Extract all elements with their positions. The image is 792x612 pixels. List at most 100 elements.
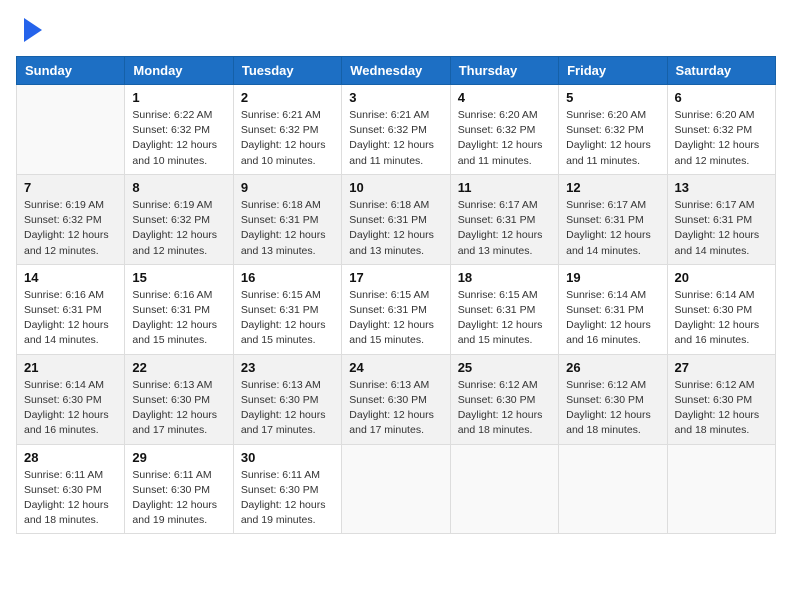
day-detail: Sunrise: 6:13 AMSunset: 6:30 PMDaylight:… — [241, 378, 334, 439]
calendar-cell: 30 Sunrise: 6:11 AMSunset: 6:30 PMDayligh… — [233, 444, 341, 534]
calendar-header-row: SundayMondayTuesdayWednesdayThursdayFrid… — [17, 57, 776, 85]
calendar-cell — [342, 444, 450, 534]
calendar-cell: 3Sunrise: 6:21 AMSunset: 6:32 PMDaylight… — [342, 85, 450, 175]
day-detail: Sunrise: 6:15 AMSunset: 6:31 PMDaylight:… — [241, 288, 334, 349]
day-number: 19 — [566, 270, 659, 285]
day-detail: Sunrise: 6:16 AMSunset: 6:31 PMDaylight:… — [24, 288, 117, 349]
day-detail: Sunrise: 6:14 AMSunset: 6:30 PMDaylight:… — [675, 288, 768, 349]
day-number: 24 — [349, 360, 442, 375]
day-number: 13 — [675, 180, 768, 195]
calendar-cell — [17, 85, 125, 175]
calendar-cell — [667, 444, 775, 534]
calendar-cell: 11 Sunrise: 6:17 AMSunset: 6:31 PMDayligh… — [450, 174, 558, 264]
day-number: 27 — [675, 360, 768, 375]
calendar-week-row: 21 Sunrise: 6:14 AMSunset: 6:30 PMDayligh… — [17, 354, 776, 444]
calendar-cell: 9Sunrise: 6:18 AMSunset: 6:31 PMDaylight… — [233, 174, 341, 264]
calendar-cell: 24 Sunrise: 6:13 AMSunset: 6:30 PMDayligh… — [342, 354, 450, 444]
col-header-sunday: Sunday — [17, 57, 125, 85]
day-number: 4 — [458, 90, 551, 105]
day-detail: Sunrise: 6:12 AMSunset: 6:30 PMDaylight:… — [566, 378, 659, 439]
day-detail: Sunrise: 6:17 AMSunset: 6:31 PMDaylight:… — [566, 198, 659, 259]
calendar-week-row: 14Sunrise: 6:16 AMSunset: 6:31 PMDayligh… — [17, 264, 776, 354]
day-detail: Sunrise: 6:20 AMSunset: 6:32 PMDaylight:… — [675, 108, 768, 169]
calendar-cell: 6 Sunrise: 6:20 AMSunset: 6:32 PMDaylight… — [667, 85, 775, 175]
col-header-monday: Monday — [125, 57, 233, 85]
calendar-cell: 14Sunrise: 6:16 AMSunset: 6:31 PMDayligh… — [17, 264, 125, 354]
calendar-cell: 26Sunrise: 6:12 AMSunset: 6:30 PMDayligh… — [559, 354, 667, 444]
day-number: 20 — [675, 270, 768, 285]
calendar-cell: 1 Sunrise: 6:22 AMSunset: 6:32 PMDaylight… — [125, 85, 233, 175]
calendar-cell: 2 Sunrise: 6:21 AMSunset: 6:32 PMDaylight… — [233, 85, 341, 175]
calendar-week-row: 28 Sunrise: 6:11 AMSunset: 6:30 PMDayligh… — [17, 444, 776, 534]
day-number: 30 — [241, 450, 334, 465]
day-detail: Sunrise: 6:20 AMSunset: 6:32 PMDaylight:… — [458, 108, 551, 169]
day-detail: Sunrise: 6:21 AMSunset: 6:32 PMDaylight:… — [241, 108, 334, 169]
day-number: 28 — [24, 450, 117, 465]
day-detail: Sunrise: 6:14 AMSunset: 6:30 PMDaylight:… — [24, 378, 117, 439]
day-detail: Sunrise: 6:17 AMSunset: 6:31 PMDaylight:… — [675, 198, 768, 259]
day-detail: Sunrise: 6:11 AMSunset: 6:30 PMDaylight:… — [241, 468, 334, 529]
day-detail: Sunrise: 6:12 AMSunset: 6:30 PMDaylight:… — [458, 378, 551, 439]
day-number: 7 — [24, 180, 117, 195]
calendar-table: SundayMondayTuesdayWednesdayThursdayFrid… — [16, 56, 776, 534]
calendar-cell: 19 Sunrise: 6:14 AMSunset: 6:31 PMDayligh… — [559, 264, 667, 354]
day-detail: Sunrise: 6:14 AMSunset: 6:31 PMDaylight:… — [566, 288, 659, 349]
calendar-cell: 12 Sunrise: 6:17 AMSunset: 6:31 PMDayligh… — [559, 174, 667, 264]
calendar-cell: 8Sunrise: 6:19 AMSunset: 6:32 PMDaylight… — [125, 174, 233, 264]
calendar-cell: 15 Sunrise: 6:16 AMSunset: 6:31 PMDayligh… — [125, 264, 233, 354]
day-detail: Sunrise: 6:15 AMSunset: 6:31 PMDaylight:… — [458, 288, 551, 349]
logo-triangle-icon — [22, 16, 44, 44]
calendar-week-row: 1 Sunrise: 6:22 AMSunset: 6:32 PMDaylight… — [17, 85, 776, 175]
day-number: 12 — [566, 180, 659, 195]
col-header-thursday: Thursday — [450, 57, 558, 85]
day-detail: Sunrise: 6:18 AMSunset: 6:31 PMDaylight:… — [241, 198, 334, 259]
day-number: 1 — [132, 90, 225, 105]
calendar-cell: 25 Sunrise: 6:12 AMSunset: 6:30 PMDayligh… — [450, 354, 558, 444]
calendar-cell: 20 Sunrise: 6:14 AMSunset: 6:30 PMDayligh… — [667, 264, 775, 354]
calendar-cell: 21 Sunrise: 6:14 AMSunset: 6:30 PMDayligh… — [17, 354, 125, 444]
col-header-friday: Friday — [559, 57, 667, 85]
day-detail: Sunrise: 6:19 AMSunset: 6:32 PMDaylight:… — [132, 198, 225, 259]
day-detail: Sunrise: 6:12 AMSunset: 6:30 PMDaylight:… — [675, 378, 768, 439]
calendar-cell: 22 Sunrise: 6:13 AMSunset: 6:30 PMDayligh… — [125, 354, 233, 444]
day-number: 22 — [132, 360, 225, 375]
day-number: 2 — [241, 90, 334, 105]
day-number: 23 — [241, 360, 334, 375]
day-detail: Sunrise: 6:13 AMSunset: 6:30 PMDaylight:… — [349, 378, 442, 439]
day-detail: Sunrise: 6:20 AMSunset: 6:32 PMDaylight:… — [566, 108, 659, 169]
day-detail: Sunrise: 6:11 AMSunset: 6:30 PMDaylight:… — [24, 468, 117, 529]
col-header-saturday: Saturday — [667, 57, 775, 85]
day-number: 5 — [566, 90, 659, 105]
logo — [16, 16, 44, 44]
calendar-cell: 27 Sunrise: 6:12 AMSunset: 6:30 PMDayligh… — [667, 354, 775, 444]
day-number: 10 — [349, 180, 442, 195]
calendar-cell: 17Sunrise: 6:15 AMSunset: 6:31 PMDayligh… — [342, 264, 450, 354]
calendar-cell: 29 Sunrise: 6:11 AMSunset: 6:30 PMDayligh… — [125, 444, 233, 534]
calendar-cell: 13 Sunrise: 6:17 AMSunset: 6:31 PMDayligh… — [667, 174, 775, 264]
day-detail: Sunrise: 6:16 AMSunset: 6:31 PMDaylight:… — [132, 288, 225, 349]
day-number: 29 — [132, 450, 225, 465]
day-number: 6 — [675, 90, 768, 105]
calendar-cell: 23 Sunrise: 6:13 AMSunset: 6:30 PMDayligh… — [233, 354, 341, 444]
day-number: 11 — [458, 180, 551, 195]
day-detail: Sunrise: 6:13 AMSunset: 6:30 PMDaylight:… — [132, 378, 225, 439]
calendar-cell: 18 Sunrise: 6:15 AMSunset: 6:31 PMDayligh… — [450, 264, 558, 354]
calendar-cell: 10 Sunrise: 6:18 AMSunset: 6:31 PMDayligh… — [342, 174, 450, 264]
calendar-cell: 5 Sunrise: 6:20 AMSunset: 6:32 PMDaylight… — [559, 85, 667, 175]
calendar-cell: 28 Sunrise: 6:11 AMSunset: 6:30 PMDayligh… — [17, 444, 125, 534]
calendar-cell — [559, 444, 667, 534]
calendar-week-row: 7 Sunrise: 6:19 AMSunset: 6:32 PMDaylight… — [17, 174, 776, 264]
col-header-tuesday: Tuesday — [233, 57, 341, 85]
page-header — [16, 16, 776, 44]
day-detail: Sunrise: 6:11 AMSunset: 6:30 PMDaylight:… — [132, 468, 225, 529]
day-detail: Sunrise: 6:17 AMSunset: 6:31 PMDaylight:… — [458, 198, 551, 259]
calendar-cell — [450, 444, 558, 534]
day-detail: Sunrise: 6:18 AMSunset: 6:31 PMDaylight:… — [349, 198, 442, 259]
day-number: 18 — [458, 270, 551, 285]
calendar-cell: 7Sunrise: 6:19 AMSunset: 6:32 PMDaylight… — [17, 174, 125, 264]
day-number: 15 — [132, 270, 225, 285]
day-detail: Sunrise: 6:22 AMSunset: 6:32 PMDaylight:… — [132, 108, 225, 169]
day-number: 25 — [458, 360, 551, 375]
calendar-cell: 16Sunrise: 6:15 AMSunset: 6:31 PMDayligh… — [233, 264, 341, 354]
day-number: 21 — [24, 360, 117, 375]
